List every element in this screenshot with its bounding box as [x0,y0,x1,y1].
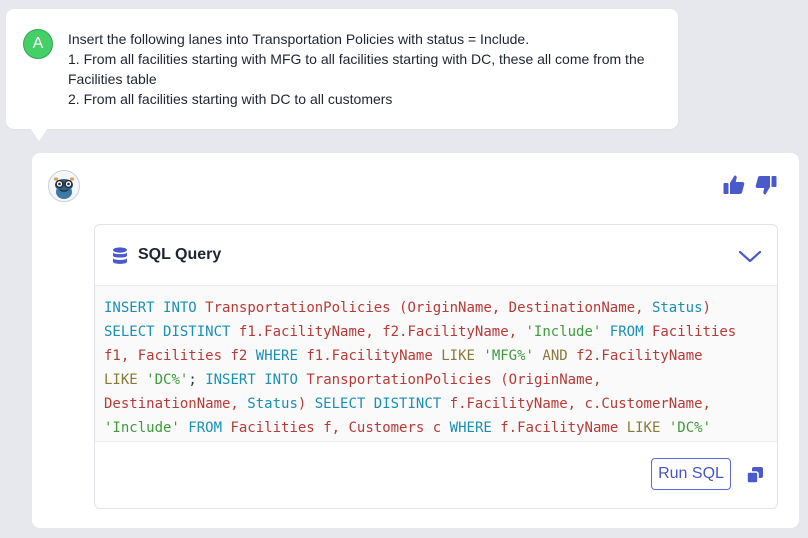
code-line: DestinationName, Status) SELECT DISTINCT… [104,396,711,412]
chevron-down-icon[interactable] [738,246,762,266]
bubble-tail [30,128,48,141]
database-icon [113,247,127,264]
sql-panel-title: SQL Query [138,246,222,263]
code-line: INSERT INTO TransportationPolicies (Orig… [104,300,711,316]
code-line: LIKE 'DC%'; INSERT INTO TransportationPo… [104,372,602,388]
sql-code-block: INSERT INTO TransportationPolicies (Orig… [95,285,777,442]
run-sql-button[interactable]: Run SQL [651,458,731,490]
code-line: SELECT DISTINCT f1.FacilityName, f2.Faci… [104,324,737,340]
assistant-reply-card: SQL Query INSERT INTO TransportationPoli… [32,153,799,528]
user-message-line: Insert the following lanes into Transpor… [68,31,530,47]
sql-panel-header[interactable]: SQL Query [95,225,777,285]
user-message-line: 2. From all facilities starting with DC … [68,91,393,107]
code-line: 'Include' FROM Facilities f, Customers c… [104,420,712,436]
user-avatar: A [23,29,53,59]
assistant-avatar [48,170,80,202]
user-message-text: Insert the following lanes into Transpor… [68,29,668,109]
user-message-line: Facilities table [68,71,157,87]
sql-query-panel: SQL Query INSERT INTO TransportationPoli… [94,224,778,509]
thumbs-up-icon[interactable] [722,173,746,197]
code-line: f1, Facilities f2 WHERE f1.FacilityName … [104,348,703,364]
user-message-bubble: A Insert the following lanes into Transp… [6,9,678,129]
thumbs-down-icon[interactable] [754,173,778,197]
user-message-line: 1. From all facilities starting with MFG… [68,51,645,67]
copy-icon[interactable] [746,466,764,484]
